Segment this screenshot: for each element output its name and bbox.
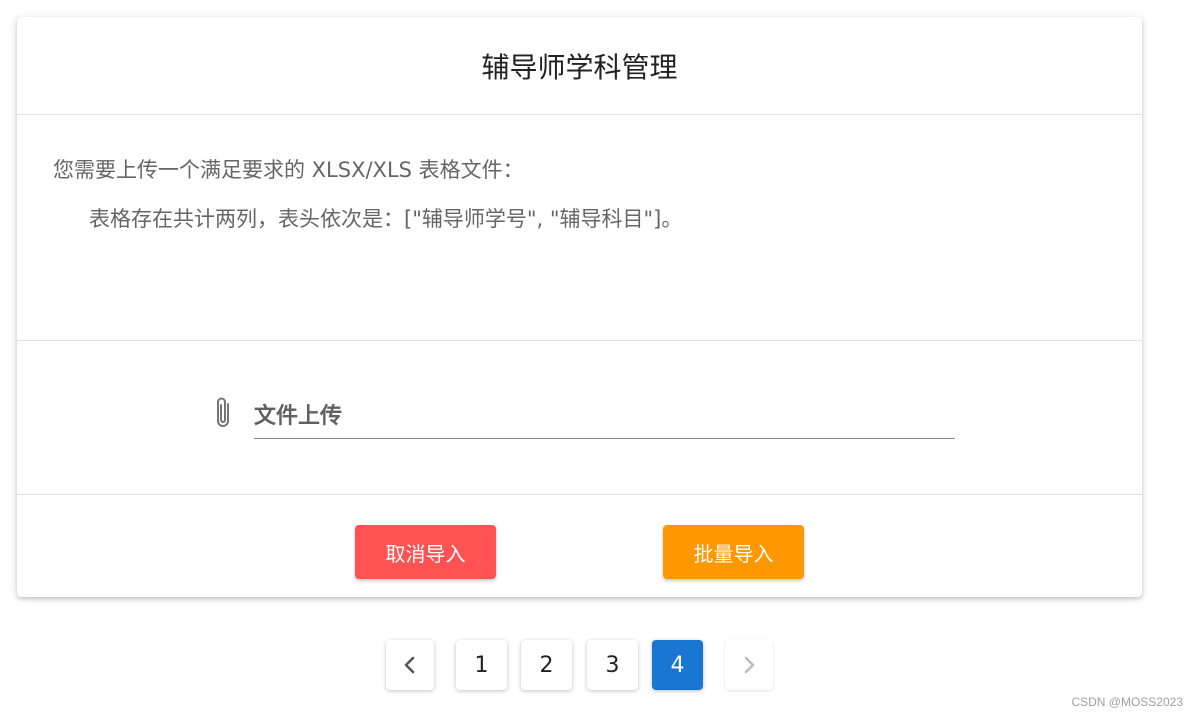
divider	[17, 114, 1142, 115]
divider	[17, 340, 1142, 341]
pagination-page-2[interactable]: 2	[521, 640, 572, 690]
import-dialog: 辅导师学科管理 您需要上传一个满足要求的 XLSX/XLS 表格文件： 表格存在…	[17, 17, 1142, 597]
pagination-page-1[interactable]: 1	[456, 640, 507, 690]
pagination-prev-button[interactable]	[386, 640, 434, 690]
file-upload-input[interactable]: 文件上传	[254, 395, 955, 439]
watermark: CSDN @MOSS2023	[1071, 695, 1183, 709]
dialog-title: 辅导师学科管理	[481, 50, 678, 84]
chevron-left-icon	[403, 655, 417, 675]
pagination-page-4-current[interactable]: 4	[652, 640, 703, 690]
pagination-page-3[interactable]: 3	[587, 640, 638, 690]
chevron-right-icon	[742, 655, 756, 675]
divider	[17, 494, 1142, 495]
pagination-next-button[interactable]	[725, 640, 773, 690]
description-line-1: 您需要上传一个满足要求的 XLSX/XLS 表格文件：	[53, 158, 524, 182]
description-line-2: 表格存在共计两列，表头依次是：["辅导师学号", "辅导科目"]。	[89, 207, 683, 231]
file-upload-label: 文件上传	[254, 404, 343, 429]
cancel-import-button[interactable]: 取消导入	[355, 525, 496, 579]
batch-import-button[interactable]: 批量导入	[663, 525, 804, 579]
paperclip-icon[interactable]	[211, 395, 235, 431]
